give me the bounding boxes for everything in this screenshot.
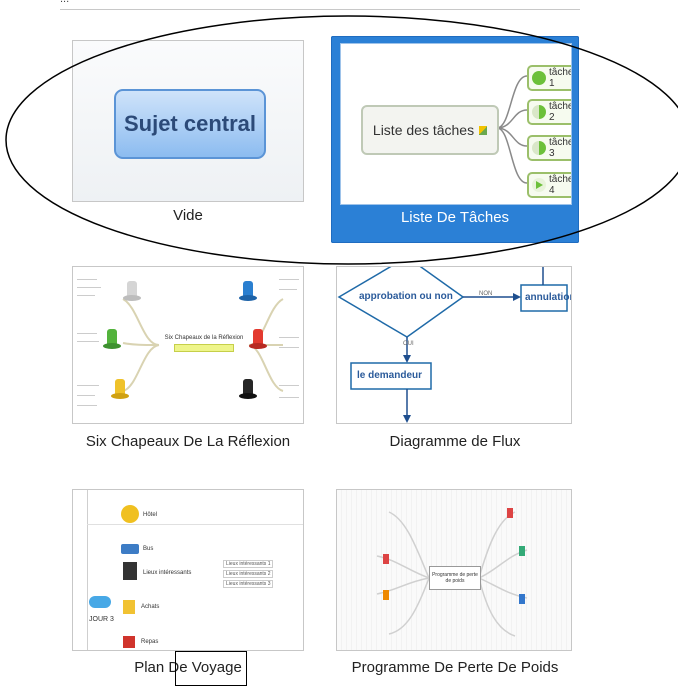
- day-label: JOUR 3: [89, 616, 114, 623]
- branch-yes-label: OUI: [403, 341, 414, 347]
- section-header: ...: [0, 0, 678, 12]
- row-lieux: Lieux intéressants: [143, 570, 192, 576]
- task-node-2: tâche 2: [527, 99, 571, 125]
- row-achats: Achats: [141, 604, 160, 610]
- place-3: Lieux intéressants 3: [223, 580, 274, 588]
- decision-label: approbation ou non: [359, 291, 453, 302]
- template-vide[interactable]: Sujet central Vide: [72, 40, 304, 240]
- black-hat-icon: [239, 379, 257, 405]
- template-thumbnail: Six Chapeaux de la Réflexion: [72, 266, 304, 424]
- row-repas: Repas: [141, 639, 159, 645]
- row-bus: Bus: [143, 546, 154, 552]
- process-annulation: annulation: [525, 292, 572, 303]
- template-thumbnail: Sujet central: [72, 40, 304, 202]
- template-six-chapeaux[interactable]: Six Chapeaux de la Réflexion Six Chapeau…: [72, 266, 304, 456]
- figure-icon: [383, 590, 389, 600]
- task-node-4: tâche 4: [527, 172, 571, 198]
- meal-icon: [123, 636, 135, 648]
- task-list-root: Liste des tâches: [361, 105, 499, 155]
- row-hotel: Hôtel: [143, 512, 158, 518]
- place-2: Lieux intéressants 2: [223, 570, 274, 578]
- template-thumbnail: JOUR 3 Hôtel Bus Lieux intéressants Lieu…: [72, 489, 304, 651]
- central-topic-node: Sujet central: [114, 89, 266, 159]
- progress-icon: [532, 105, 546, 119]
- green-hat-icon: [103, 329, 121, 355]
- highlight-box: [175, 651, 247, 686]
- template-caption: Six Chapeaux De La Réflexion: [85, 433, 291, 450]
- flag-icon: [479, 125, 488, 135]
- task-node-3: tâche 3: [527, 135, 571, 161]
- shopping-icon: [123, 600, 135, 614]
- yellow-hat-icon: [111, 379, 129, 405]
- check-icon: [532, 71, 546, 85]
- task-node-1: tâche 1: [527, 65, 571, 91]
- bus-icon: [121, 544, 139, 554]
- cloud-icon: [89, 596, 111, 608]
- template-thumbnail: approbation ou non NON OUI annulation le…: [336, 266, 572, 424]
- template-thumbnail: Programme de perte de poids: [336, 489, 572, 651]
- blue-hat-icon: [239, 281, 257, 307]
- template-perte-de-poids[interactable]: Programme de perte de poids Programme De…: [336, 489, 574, 679]
- header-divider: [60, 9, 580, 10]
- left-rule: [87, 490, 88, 650]
- branch-no-label: NON: [479, 291, 493, 297]
- figure-icon: [507, 508, 513, 518]
- template-caption: Diagramme de Flux: [389, 433, 521, 450]
- red-hat-icon: [249, 329, 267, 355]
- template-caption: Vide: [173, 207, 203, 224]
- place-1: Lieux intéressants 1: [223, 560, 274, 568]
- mindmap-center: Programme de perte de poids: [429, 566, 481, 590]
- figure-icon: [383, 554, 389, 564]
- template-caption: Liste De Tâches: [400, 209, 510, 226]
- template-thumbnail: Liste des tâches tâche 1 tâche 2 tâche 3…: [340, 43, 572, 205]
- mindmap-center: Six Chapeaux de la Réflexion: [159, 335, 249, 355]
- template-caption: Programme De Perte De Poids: [351, 659, 559, 676]
- play-icon: [532, 178, 546, 192]
- white-hat-icon: [123, 281, 141, 307]
- process-demandeur: le demandeur: [357, 370, 423, 381]
- figure-icon: [519, 546, 525, 556]
- template-liste-de-taches[interactable]: Liste des tâches tâche 1 tâche 2 tâche 3…: [331, 36, 579, 243]
- castle-icon: [123, 562, 137, 580]
- section-title: ...: [60, 0, 69, 5]
- progress-icon: [532, 141, 546, 155]
- figure-icon: [519, 594, 525, 604]
- hotel-icon: [121, 505, 139, 523]
- template-diagramme-de-flux[interactable]: approbation ou non NON OUI annulation le…: [336, 266, 574, 456]
- task-list-root-label: Liste des tâches: [372, 122, 475, 138]
- row-divider: [87, 524, 303, 525]
